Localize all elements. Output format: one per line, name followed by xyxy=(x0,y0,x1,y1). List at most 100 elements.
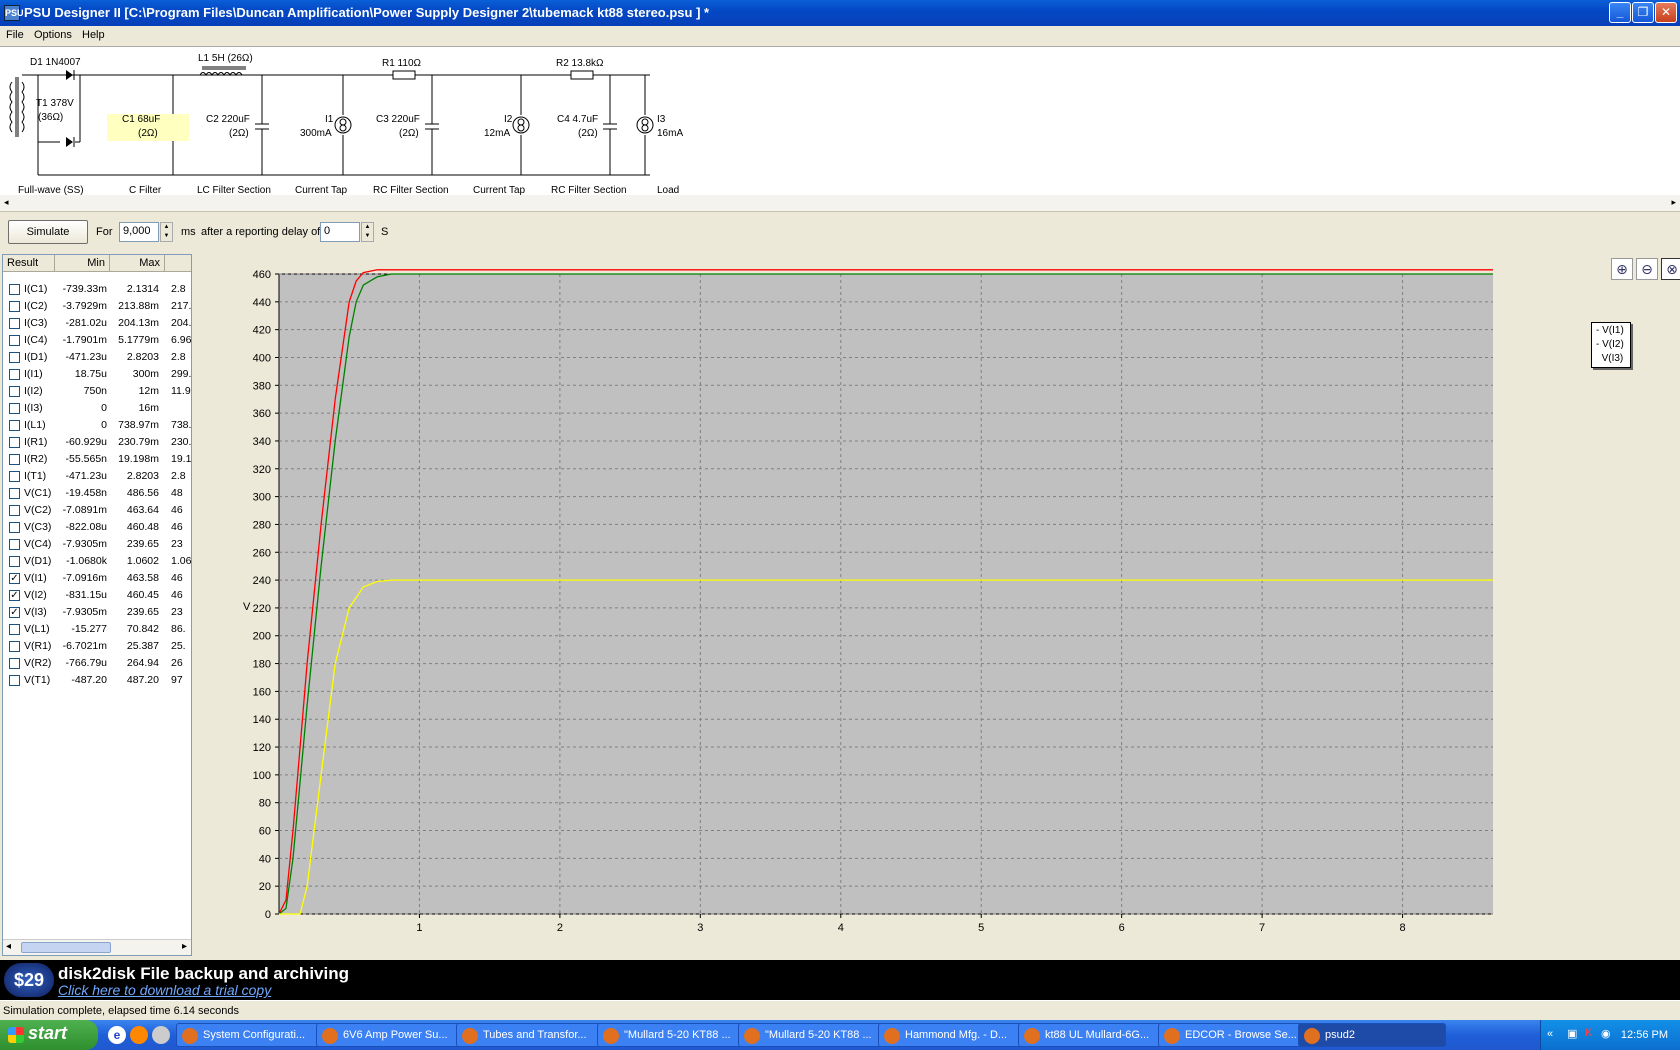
result-checkbox[interactable] xyxy=(9,301,20,312)
result-checkbox[interactable] xyxy=(9,335,20,346)
result-max: 300m xyxy=(132,368,159,380)
taskbar-button[interactable]: EDCOR - Browse Se... xyxy=(1158,1023,1306,1047)
result-checkbox[interactable] xyxy=(9,522,20,533)
close-button[interactable]: ✕ xyxy=(1655,2,1677,23)
column-header-result[interactable]: Result xyxy=(3,255,55,272)
result-checkbox[interactable] xyxy=(9,420,20,431)
column-header-min[interactable]: Min xyxy=(55,255,110,272)
result-checkbox[interactable] xyxy=(9,505,20,516)
firefox-icon[interactable] xyxy=(130,1026,148,1044)
result-row[interactable]: V(D1) -1.0680k 1.0602 1.06 xyxy=(3,553,191,570)
result-checkbox[interactable]: ✓ xyxy=(9,573,20,584)
result-row[interactable]: I(I2) 750n 12m 11.9 xyxy=(3,383,191,400)
result-row[interactable]: I(L1) 0 738.97m 738. xyxy=(3,417,191,434)
result-checkbox[interactable]: ✓ xyxy=(9,607,20,618)
result-row[interactable]: ✓ V(I1) -7.0916m 463.58 46 xyxy=(3,570,191,587)
result-row[interactable]: V(R2) -766.79u 264.94 26 xyxy=(3,655,191,672)
result-checkbox[interactable] xyxy=(9,488,20,499)
ad-download-link[interactable]: Click here to download a trial copy xyxy=(58,982,271,998)
result-checkbox[interactable] xyxy=(9,658,20,669)
result-row[interactable]: V(L1) -15.277 70.842 86. xyxy=(3,621,191,638)
result-checkbox[interactable] xyxy=(9,454,20,465)
column-header-extra[interactable] xyxy=(165,255,191,272)
result-checkbox[interactable] xyxy=(9,471,20,482)
result-row[interactable]: ✓ V(I2) -831.15u 460.45 46 xyxy=(3,587,191,604)
taskbar-button[interactable]: kt88 UL Mullard-6G... xyxy=(1018,1023,1166,1047)
result-checkbox[interactable] xyxy=(9,284,20,295)
result-checkbox[interactable] xyxy=(9,318,20,329)
duration-input[interactable]: 9,000 xyxy=(119,222,159,242)
result-row[interactable]: I(C4) -1.7901m 5.1779m 6.96 xyxy=(3,332,191,349)
result-row[interactable]: I(C1) -739.33m 2.1314 2.8 xyxy=(3,281,191,298)
result-row[interactable]: V(C1) -19.458n 486.56 48 xyxy=(3,485,191,502)
taskbar-button[interactable]: "Mullard 5-20 KT88 ... xyxy=(597,1023,745,1047)
result-checkbox[interactable] xyxy=(9,403,20,414)
result-checkbox[interactable] xyxy=(9,675,20,686)
result-checkbox[interactable] xyxy=(9,386,20,397)
simulate-button[interactable]: Simulate xyxy=(8,220,88,244)
ie-icon[interactable]: e xyxy=(108,1026,126,1044)
result-row[interactable]: ✓ V(I3) -7.9305m 239.65 23 xyxy=(3,604,191,621)
result-row[interactable]: I(R1) -60.929u 230.79m 230. xyxy=(3,434,191,451)
taskbar-button[interactable]: 6V6 Amp Power Su... xyxy=(316,1023,464,1047)
volume-icon[interactable]: ◉ xyxy=(1601,1027,1611,1040)
circuit-schematic[interactable]: D1 1N4007 L1 5H (26Ω) R1 110Ω R2 13.8kΩ … xyxy=(0,46,1680,196)
result-max: 12m xyxy=(138,385,159,397)
voltage-chart[interactable]: 0 20 40 60 80 100 120 140 160 180 200 220 240 260 280 3… xyxy=(193,254,1493,934)
result-row[interactable]: V(T1) -487.20 487.20 97 xyxy=(3,672,191,689)
scroll-thumb[interactable] xyxy=(21,942,111,953)
taskbar-button[interactable]: Hammond Mfg. - D... xyxy=(878,1023,1026,1047)
result-checkbox[interactable]: ✓ xyxy=(9,590,20,601)
media-icon[interactable] xyxy=(152,1026,170,1044)
result-row[interactable]: V(C4) -7.9305m 239.65 23 xyxy=(3,536,191,553)
result-row[interactable]: I(I1) 18.75u 300m 299. xyxy=(3,366,191,383)
network-icon[interactable]: ▣ xyxy=(1567,1027,1577,1040)
zoom-reset-icon[interactable]: ⊗ xyxy=(1661,258,1680,280)
scroll-left-icon[interactable]: ◂ xyxy=(4,197,9,208)
zoom-in-icon[interactable]: ⊕ xyxy=(1611,258,1633,280)
menu-options[interactable]: Options xyxy=(34,29,72,41)
scroll-right-icon[interactable]: ▸ xyxy=(182,941,187,952)
duration-stepper[interactable]: ▲ ▼ xyxy=(160,222,173,242)
result-checkbox[interactable] xyxy=(9,556,20,567)
menu-file[interactable]: File xyxy=(6,29,24,41)
result-checkbox[interactable] xyxy=(9,539,20,550)
zoom-out-icon[interactable]: ⊖ xyxy=(1636,258,1658,280)
column-header-max[interactable]: Max xyxy=(110,255,165,272)
result-row[interactable]: I(T1) -471.23u 2.8203 2.8 xyxy=(3,468,191,485)
result-name: I(T1) xyxy=(24,470,47,482)
delay-input[interactable]: 0 xyxy=(320,222,360,242)
result-checkbox[interactable] xyxy=(9,641,20,652)
result-row[interactable]: V(R1) -6.7021m 25.387 25. xyxy=(3,638,191,655)
taskbar-button[interactable]: psud2 xyxy=(1298,1023,1446,1047)
result-row[interactable]: V(C3) -822.08u 460.48 46 xyxy=(3,519,191,536)
result-row[interactable]: I(C3) -281.02u 204.13m 204. xyxy=(3,315,191,332)
result-checkbox[interactable] xyxy=(9,437,20,448)
ad-banner[interactable]: $29 disk2disk File backup and archiving … xyxy=(0,960,1680,1000)
taskbar-button[interactable]: Tubes and Transfor... xyxy=(456,1023,604,1047)
result-row[interactable]: I(D1) -471.23u 2.8203 2.8 xyxy=(3,349,191,366)
result-checkbox[interactable] xyxy=(9,352,20,363)
scroll-left-icon[interactable]: ◂ xyxy=(6,941,11,952)
schematic-scrollbar[interactable]: ◂ ▸ xyxy=(0,195,1680,212)
result-row[interactable]: I(C2) -3.7929m 213.88m 217. xyxy=(3,298,191,315)
result-checkbox[interactable] xyxy=(9,624,20,635)
result-row[interactable]: V(C2) -7.0891m 463.64 46 xyxy=(3,502,191,519)
tray-expand-icon[interactable]: « xyxy=(1547,1028,1553,1040)
minimize-button[interactable]: _ xyxy=(1609,2,1631,23)
menu-help[interactable]: Help xyxy=(82,29,105,41)
result-row[interactable]: I(I3) 0 16m xyxy=(3,400,191,417)
taskbar-button[interactable]: System Configurati... xyxy=(176,1023,324,1047)
results-scrollbar[interactable]: ◂ ▸ xyxy=(3,939,191,955)
start-button[interactable]: start xyxy=(0,1020,98,1050)
antivirus-icon[interactable]: K xyxy=(1585,1027,1592,1039)
taskbar-button[interactable]: "Mullard 5-20 KT88 ... xyxy=(738,1023,886,1047)
maximize-button[interactable]: ❐ xyxy=(1632,2,1654,23)
result-row[interactable]: I(R2) -55.565n 19.198m 19.1 xyxy=(3,451,191,468)
result-checkbox[interactable] xyxy=(9,369,20,380)
y-tick-label: 180 xyxy=(253,659,271,671)
delay-stepper[interactable]: ▲ ▼ xyxy=(361,222,374,242)
app-icon xyxy=(884,1028,900,1044)
i2-value: 12mA xyxy=(484,128,510,139)
scroll-right-icon[interactable]: ▸ xyxy=(1671,197,1676,208)
